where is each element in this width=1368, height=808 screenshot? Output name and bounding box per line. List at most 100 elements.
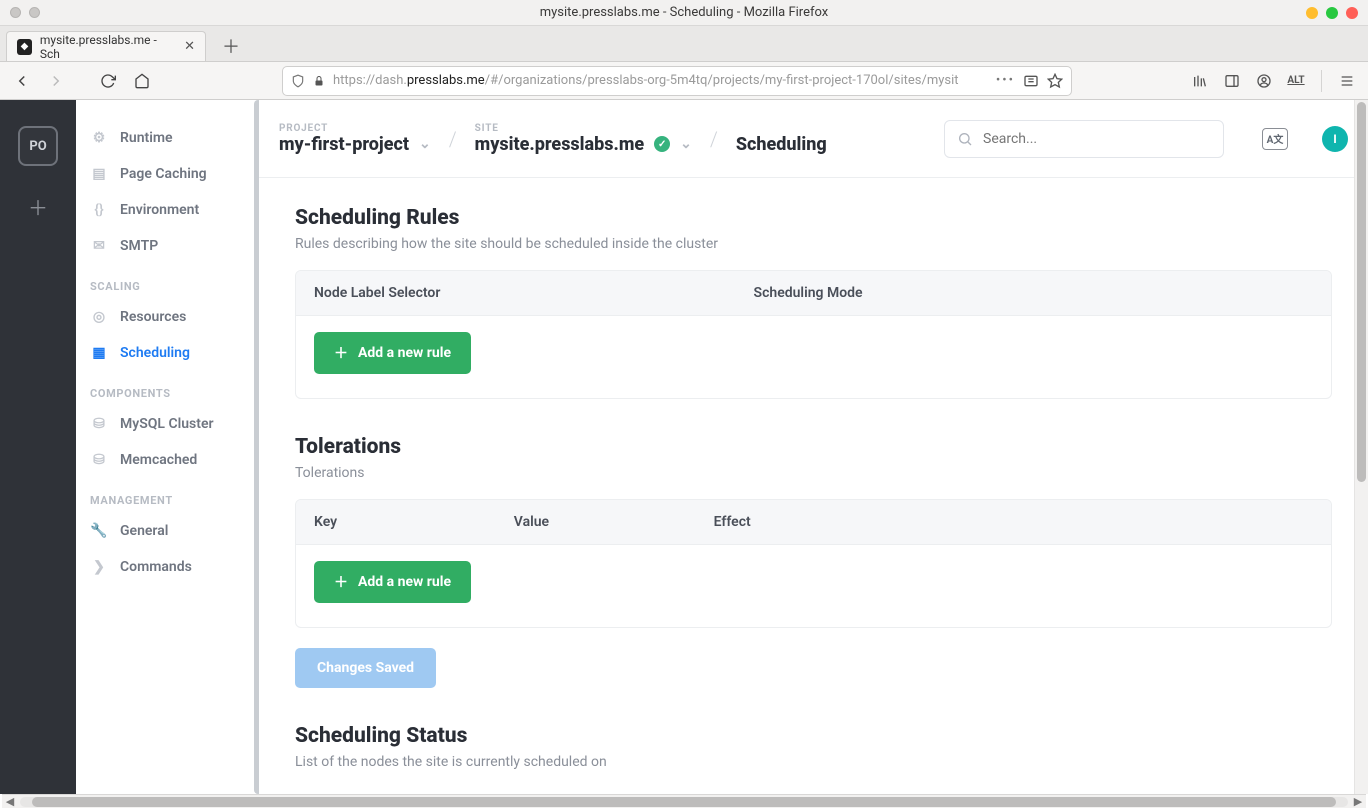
- address-bar[interactable]: https://dash.presslabs.me/#/organization…: [282, 66, 1072, 96]
- sidebar-item-general[interactable]: 🔧 General: [76, 513, 258, 549]
- sidebar: ⚙ Runtime ▤ Page Caching {}Environment ✉SM…: [76, 100, 259, 794]
- column-header-node-label: Node Label Selector: [314, 285, 754, 301]
- button-label: Add a new rule: [358, 345, 451, 361]
- sidebar-toggle-icon[interactable]: [1219, 68, 1245, 94]
- sidebar-item-scheduling[interactable]: ▦Scheduling: [76, 335, 258, 371]
- sidebar-item-mysql[interactable]: ⛁MySQL Cluster: [76, 406, 258, 442]
- status-check-icon: ✓: [654, 136, 670, 152]
- user-avatar[interactable]: I: [1322, 126, 1348, 152]
- back-button[interactable]: [8, 67, 36, 95]
- sidebar-item-smtp[interactable]: ✉SMTP: [76, 228, 258, 264]
- sidebar-item-resources[interactable]: ◎ Resources: [76, 299, 258, 335]
- sidebar-group-management: MANAGEMENT: [76, 478, 258, 513]
- section-subtitle: Rules describing how the site should be …: [295, 236, 1332, 252]
- tab-close-icon[interactable]: ✕: [184, 39, 195, 54]
- sidebar-item-label: Resources: [120, 309, 186, 325]
- table-body: ＋ Add a new rule: [296, 316, 1331, 398]
- table-header: Node Label Selector Scheduling Mode: [296, 271, 1331, 316]
- scheduling-rules-panel: Node Label Selector Scheduling Mode ＋ Add…: [295, 270, 1332, 399]
- column-header-scheduling-mode: Scheduling Mode: [754, 285, 954, 301]
- bookmark-star-icon[interactable]: [1047, 73, 1063, 89]
- scroll-left-icon[interactable]: ◀: [2, 795, 18, 808]
- column-header-key: Key: [314, 514, 514, 530]
- new-tab-button[interactable]: ＋: [216, 31, 246, 61]
- url-text: https://dash.presslabs.me/#/organization…: [333, 73, 959, 88]
- account-icon[interactable]: [1251, 68, 1277, 94]
- gear-icon: ⚙: [90, 130, 108, 146]
- search-icon: [957, 131, 973, 147]
- breadcrumb-label: SITE: [475, 123, 692, 134]
- browser-tabstrip: ◆ mysite.presslabs.me - Sch ✕ ＋: [0, 26, 1368, 62]
- shield-icon: [291, 74, 305, 88]
- main-area: PROJECT my-first-project ⌄ / SITE mysite.…: [259, 100, 1368, 794]
- column-header-effect: Effect: [714, 514, 914, 530]
- breadcrumb-separator: /: [710, 127, 718, 151]
- changes-saved-button[interactable]: Changes Saved: [295, 648, 436, 688]
- sidebar-item-label: Scheduling: [120, 345, 190, 361]
- section-subtitle: List of the nodes the site is currently …: [295, 754, 1332, 770]
- text-encoding-icon[interactable]: ALT: [1283, 68, 1309, 94]
- wrench-icon: 🔧: [90, 523, 108, 539]
- forward-button[interactable]: [42, 67, 70, 95]
- breadcrumb-value: my-first-project: [279, 134, 409, 155]
- chevron-down-icon[interactable]: ⌄: [419, 136, 431, 152]
- lock-icon: [313, 75, 325, 87]
- button-label: Add a new rule: [358, 574, 451, 590]
- table-header: Key Value Effect: [296, 500, 1331, 545]
- sidebar-item-runtime[interactable]: ⚙ Runtime: [76, 120, 258, 156]
- scrollbar-track[interactable]: [20, 797, 1348, 807]
- search-field[interactable]: [983, 131, 1211, 147]
- sidebar-item-label: Page Caching: [120, 166, 207, 182]
- database-icon: ⛁: [90, 416, 108, 432]
- sidebar-item-memcached[interactable]: ⛁Memcached: [76, 442, 258, 478]
- horizontal-scrollbar[interactable]: ◀ ▶: [2, 794, 1366, 808]
- tab-title: mysite.presslabs.me - Sch: [40, 33, 170, 61]
- scrollbar-thumb[interactable]: [32, 797, 1336, 807]
- vertical-scrollbar[interactable]: [1354, 100, 1368, 794]
- section-title-tolerations: Tolerations: [295, 435, 1332, 459]
- breadcrumb-site[interactable]: SITE mysite.presslabs.me ✓ ⌄: [475, 123, 692, 155]
- reload-button[interactable]: [94, 67, 122, 95]
- terminal-icon: ❯: [90, 559, 108, 575]
- content-area: Scheduling Rules Rules describing how th…: [259, 178, 1368, 794]
- cache-icon: ▤: [90, 166, 108, 182]
- add-toleration-button[interactable]: ＋Add a new rule: [314, 561, 471, 603]
- breadcrumb-value: Scheduling: [736, 134, 827, 155]
- window-title: mysite.presslabs.me - Scheduling - Mozil…: [0, 5, 1368, 20]
- braces-icon: {}: [90, 202, 108, 218]
- search-input[interactable]: [944, 120, 1224, 158]
- plus-icon: ＋: [334, 343, 348, 363]
- page-actions-icon[interactable]: •••: [996, 73, 1015, 88]
- column-header-value: Value: [514, 514, 714, 530]
- sidebar-item-environment[interactable]: {}Environment: [76, 192, 258, 228]
- language-switcher[interactable]: A文: [1262, 128, 1288, 150]
- sidebar-item-commands[interactable]: ❯Commands: [76, 549, 258, 585]
- breadcrumb-project[interactable]: PROJECT my-first-project ⌄: [279, 123, 431, 155]
- section-subtitle: Tolerations: [295, 465, 1332, 481]
- add-org-button[interactable]: ＋: [28, 192, 48, 221]
- section-title-scheduling-rules: Scheduling Rules: [295, 206, 1332, 230]
- chip-icon: ◎: [90, 309, 108, 325]
- sidebar-item-label: General: [120, 523, 168, 539]
- org-badge[interactable]: PO: [18, 126, 58, 166]
- reader-mode-icon[interactable]: [1023, 73, 1039, 89]
- browser-tab[interactable]: ◆ mysite.presslabs.me - Sch ✕: [6, 31, 206, 61]
- sidebar-item-page-caching[interactable]: ▤ Page Caching: [76, 156, 258, 192]
- scrollbar-thumb[interactable]: [1357, 102, 1366, 482]
- breadcrumb-separator: /: [449, 127, 457, 151]
- breadcrumb-value: mysite.presslabs.me: [475, 134, 644, 155]
- library-icon[interactable]: [1187, 68, 1213, 94]
- sidebar-group-scaling: SCALING: [76, 264, 258, 299]
- app-shell: PO ＋ ⚙ Runtime ▤ Page Caching {}Environmen…: [0, 100, 1368, 794]
- hamburger-menu-icon[interactable]: [1334, 68, 1360, 94]
- sidebar-item-label: SMTP: [120, 238, 158, 254]
- breadcrumb-label: PROJECT: [279, 123, 431, 134]
- scroll-right-icon[interactable]: ▶: [1350, 795, 1366, 808]
- sidebar-item-label: Runtime: [120, 130, 173, 146]
- home-button[interactable]: [128, 67, 156, 95]
- table-body: ＋Add a new rule: [296, 545, 1331, 627]
- chevron-down-icon[interactable]: ⌄: [680, 136, 692, 152]
- breadcrumb-page: Scheduling: [736, 123, 827, 155]
- os-titlebar: mysite.presslabs.me - Scheduling - Mozil…: [0, 0, 1368, 26]
- add-rule-button[interactable]: ＋ Add a new rule: [314, 332, 471, 374]
